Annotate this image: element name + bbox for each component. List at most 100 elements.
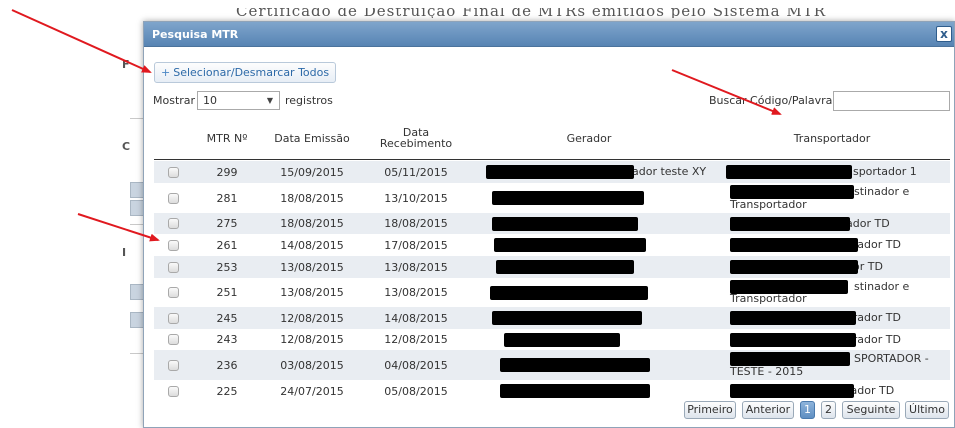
row-select-checkbox[interactable] [168, 386, 179, 397]
transporter-redaction [730, 260, 858, 274]
pagination-previous-button[interactable]: Anterior [742, 401, 794, 419]
background-divider [130, 224, 144, 225]
background-divider [130, 118, 144, 119]
cell-transporter: stinador e [854, 185, 910, 198]
table-row[interactable]: 243 12/08/2015 12/08/2015 erador TD [154, 329, 950, 350]
cell-mtr-number: 236 [216, 358, 238, 372]
cell-generator: ador teste XY [632, 165, 707, 178]
cell-receipt-date: 04/08/2015 [384, 358, 448, 372]
table-row[interactable]: 245 12/08/2015 14/08/2015 erador TD [154, 307, 950, 329]
pagination-page-1[interactable]: 1 [800, 401, 815, 419]
cell-receipt-date: 14/08/2015 [384, 311, 448, 325]
transporter-redaction [730, 384, 854, 398]
cell-emission-date: 15/09/2015 [280, 165, 344, 179]
table-row[interactable]: 299 15/09/2015 05/11/2015 ador teste XY nspo… [154, 161, 950, 183]
pagination-last-button[interactable]: Último [905, 401, 949, 419]
cell-emission-date: 24/07/2015 [280, 384, 344, 398]
page-size-select[interactable]: 10 ▼ [197, 91, 280, 110]
transporter-redaction [730, 217, 850, 231]
chevron-down-icon: ▼ [266, 96, 273, 105]
background-letter: F [122, 58, 130, 71]
column-header-emission-date[interactable]: Data Emissão [262, 116, 362, 160]
background-form-edge: F C I [122, 48, 144, 428]
background-letter: C [122, 140, 131, 153]
cell-emission-date: 12/08/2015 [280, 333, 344, 346]
cell-transporter-line2: Transportador [730, 292, 807, 305]
row-select-checkbox[interactable] [168, 218, 179, 229]
cell-receipt-date: 12/08/2015 [384, 333, 448, 346]
row-select-checkbox[interactable] [168, 313, 179, 324]
table-row[interactable]: 281 18/08/2015 13/10/2015 stinador e Transpo… [154, 183, 950, 213]
close-icon[interactable]: x [936, 26, 952, 42]
row-select-checkbox[interactable] [168, 262, 179, 273]
cell-transporter: nsportador 1 [846, 165, 917, 178]
table-row[interactable]: 251 13/08/2015 13/08/2015 stinador e Transpo… [154, 278, 950, 307]
row-select-checkbox[interactable] [168, 193, 179, 204]
cell-mtr-number: 245 [216, 311, 238, 325]
generator-redaction [490, 286, 648, 300]
cell-emission-date: 18/08/2015 [280, 217, 344, 230]
cell-mtr-number: 261 [216, 238, 238, 252]
background-field [130, 182, 144, 198]
cell-emission-date: 13/08/2015 [280, 260, 344, 274]
generator-redaction [492, 191, 644, 205]
cell-receipt-date: 18/08/2015 [384, 217, 448, 230]
table-row[interactable]: 275 18/08/2015 18/08/2015 ador TD [154, 213, 950, 234]
pagination: Primeiro Anterior 1 2 Seguinte Último [144, 401, 954, 419]
background-letter: I [122, 246, 127, 259]
cell-receipt-date: 13/10/2015 [384, 191, 448, 205]
transporter-redaction [730, 333, 856, 347]
show-label: Mostrar [153, 94, 196, 107]
column-header-transporter[interactable]: Transportador [714, 116, 950, 160]
transporter-redaction [726, 165, 852, 179]
row-select-checkbox[interactable] [168, 287, 179, 298]
table-row[interactable]: 253 13/08/2015 13/08/2015 dor TD [154, 256, 950, 278]
pagination-next-button[interactable]: Seguinte [842, 401, 900, 419]
generator-redaction [500, 384, 650, 398]
row-select-checkbox[interactable] [168, 360, 179, 371]
row-select-checkbox[interactable] [168, 240, 179, 251]
row-select-checkbox[interactable] [168, 334, 179, 345]
cell-receipt-date: 13/08/2015 [384, 286, 448, 299]
select-all-button[interactable]: + Selecionar/Desmarcar Todos [154, 62, 337, 83]
cell-emission-date: 03/08/2015 [280, 358, 344, 372]
column-header-receipt-date[interactable]: Data Recebimento [379, 116, 453, 160]
transporter-redaction [730, 311, 856, 325]
generator-redaction [496, 260, 634, 274]
cell-receipt-date: 17/08/2015 [384, 238, 448, 252]
transporter-redaction [730, 280, 848, 294]
select-all-label: Selecionar/Desmarcar Todos [173, 66, 330, 79]
search-label: Buscar Código/Palavra: [709, 94, 837, 107]
transporter-redaction [730, 352, 850, 366]
generator-redaction [500, 358, 650, 372]
cell-emission-date: 14/08/2015 [280, 238, 344, 252]
generator-redaction [494, 238, 646, 252]
pagination-page-2[interactable]: 2 [821, 401, 836, 419]
table-row[interactable]: 225 24/07/2015 05/08/2015 rador TD [154, 380, 950, 402]
table-row[interactable]: 261 14/08/2015 17/08/2015 erador TD [154, 234, 950, 256]
background-field [130, 284, 144, 300]
transporter-redaction [730, 238, 858, 252]
search-input[interactable] [833, 91, 950, 111]
column-header-generator[interactable]: Gerador [474, 116, 704, 160]
background-divider [130, 353, 144, 354]
mtr-search-dialog: Pesquisa MTR x + Selecionar/Desmarcar Tod… [143, 21, 955, 428]
dialog-title: Pesquisa MTR [152, 28, 239, 41]
cell-transporter: SPORTADOR - [854, 352, 929, 365]
pagination-first-button[interactable]: Primeiro [684, 401, 736, 419]
cell-transporter: ador TD [846, 217, 890, 230]
table-header: MTR Nº Data Emissão Data Recebimento Ger… [154, 116, 950, 160]
records-label: registros [285, 94, 333, 107]
page-size-value: 10 [203, 94, 217, 107]
cell-mtr-number: 243 [216, 333, 238, 346]
column-header-mtr[interactable]: MTR Nº [192, 116, 262, 160]
generator-redaction [504, 333, 620, 347]
row-select-checkbox[interactable] [168, 167, 179, 178]
transporter-redaction [730, 185, 854, 199]
dialog-header: Pesquisa MTR x [144, 22, 954, 47]
table-row[interactable]: 236 03/08/2015 04/08/2015 SPORTADOR - TESTE … [154, 350, 950, 380]
cell-mtr-number: 251 [216, 286, 238, 299]
generator-redaction [486, 165, 634, 179]
generator-redaction [492, 311, 642, 325]
cell-mtr-number: 299 [216, 165, 238, 179]
